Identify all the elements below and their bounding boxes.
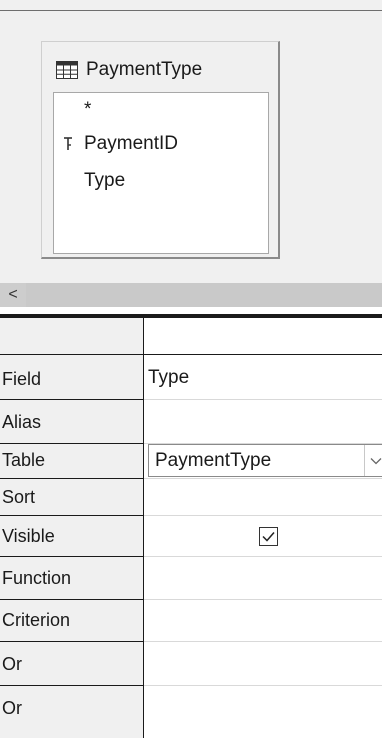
row-label-sort: Sort [2,486,36,507]
alias-cell[interactable] [148,400,382,444]
chevron-down-icon[interactable] [364,445,382,476]
row-label-or-2: Or [2,697,22,718]
field-paymentid[interactable]: PaymentID [54,131,178,157]
or-cell-2[interactable] [148,686,382,730]
function-cell[interactable] [148,556,382,600]
primary-key-icon [62,135,74,153]
or-cell-1[interactable] [148,642,382,686]
scrollbar-track[interactable] [26,283,382,307]
row-label-criterion: Criterion [2,609,71,630]
field-all-columns[interactable]: * [84,97,91,123]
query-design-pane[interactable]: PaymentType * PaymentID Type [0,0,382,283]
table-grid-icon [56,61,78,79]
pane-top-border [0,10,382,11]
sort-cell[interactable] [148,478,382,522]
row-label-field: Field [2,368,42,389]
checkmark-icon [262,532,275,542]
table-select[interactable]: PaymentType [148,444,382,477]
horizontal-scrollbar[interactable]: < [0,283,382,307]
table-name: PaymentType [86,59,203,80]
scroll-left-icon[interactable]: < [0,283,26,307]
table-field-list[interactable]: * PaymentID Type [53,92,269,254]
query-criteria-grid[interactable]: Field Alias Table Sort Visible Function … [0,318,382,738]
visible-checkbox[interactable] [259,527,278,546]
field-cell[interactable]: Type [148,356,189,400]
row-label-function: Function [2,567,72,588]
field-type[interactable]: Type [84,168,125,194]
header-row-border [0,354,382,355]
row-label-or-1: Or [2,653,22,674]
table-window-title[interactable]: PaymentType [56,58,202,82]
table-select-value: PaymentType [155,449,272,471]
criterion-cell[interactable] [148,598,382,642]
row-label-visible: Visible [2,525,55,546]
table-window-paymenttype[interactable]: PaymentType * PaymentID Type [41,41,280,259]
